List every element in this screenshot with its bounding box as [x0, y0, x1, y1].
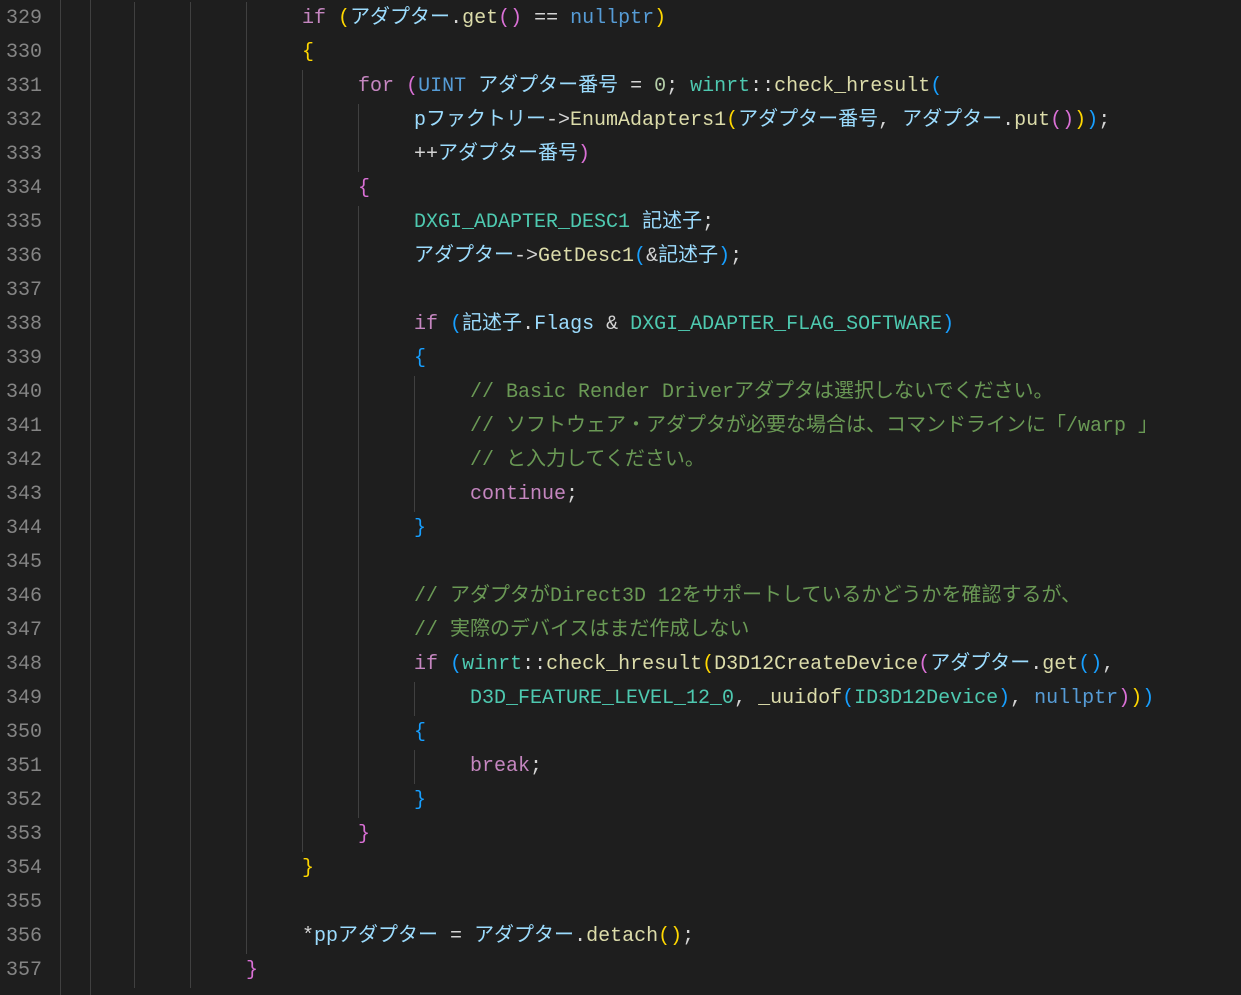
indent-rulers [60, 0, 98, 995]
line-number: 334 [6, 172, 42, 206]
code-line[interactable]: } [98, 852, 1158, 886]
line-number: 331 [6, 70, 42, 104]
line-number: 356 [6, 920, 42, 954]
code-line[interactable]: pファクトリー->EnumAdapters1(アダプター番号, アダプター.pu… [98, 104, 1158, 138]
line-number: 349 [6, 682, 42, 716]
line-number: 352 [6, 784, 42, 818]
line-number: 342 [6, 444, 42, 478]
code-line[interactable]: *ppアダプター = アダプター.detach(); [98, 920, 1158, 954]
code-line[interactable]: { [98, 342, 1158, 376]
code-line[interactable]: DXGI_ADAPTER_DESC1 記述子; [98, 206, 1158, 240]
code-line[interactable]: D3D_FEATURE_LEVEL_12_0, _uuidof(ID3D12De… [98, 682, 1158, 716]
code-line[interactable]: // Basic Render Driverアダプタは選択しないでください。 [98, 376, 1158, 410]
line-number: 345 [6, 546, 42, 580]
code-editor[interactable]: 3293303313323333343353363373383393403413… [0, 0, 1241, 995]
code-line[interactable]: { [98, 172, 1158, 206]
line-number: 341 [6, 410, 42, 444]
line-number: 355 [6, 886, 42, 920]
code-line[interactable] [98, 886, 1158, 920]
line-number: 330 [6, 36, 42, 70]
code-line[interactable]: if (記述子.Flags & DXGI_ADAPTER_FLAG_SOFTWA… [98, 308, 1158, 342]
code-line[interactable]: } [98, 512, 1158, 546]
line-number: 337 [6, 274, 42, 308]
code-line[interactable]: ++アダプター番号) [98, 138, 1158, 172]
code-line[interactable]: } [98, 784, 1158, 818]
line-number: 340 [6, 376, 42, 410]
code-line[interactable] [98, 546, 1158, 580]
code-line[interactable]: アダプター->GetDesc1(&記述子); [98, 240, 1158, 274]
code-line[interactable]: // と入力してください。 [98, 444, 1158, 478]
code-line[interactable]: break; [98, 750, 1158, 784]
code-line[interactable]: continue; [98, 478, 1158, 512]
line-number: 348 [6, 648, 42, 682]
line-number: 335 [6, 206, 42, 240]
line-number: 347 [6, 614, 42, 648]
line-number: 339 [6, 342, 42, 376]
line-number-gutter: 3293303313323333343353363373383393403413… [0, 0, 60, 995]
line-number: 343 [6, 478, 42, 512]
code-line[interactable]: } [98, 954, 1158, 988]
code-line[interactable] [98, 274, 1158, 308]
code-content[interactable]: if (アダプター.get() == nullptr){for (UINT アダ… [98, 0, 1158, 995]
line-number: 350 [6, 716, 42, 750]
code-line[interactable]: // アダプタがDirect3D 12をサポートしているかどうかを確認するが、 [98, 580, 1158, 614]
code-line[interactable]: if (アダプター.get() == nullptr) [98, 2, 1158, 36]
line-number: 333 [6, 138, 42, 172]
code-line[interactable]: for (UINT アダプター番号 = 0; winrt::check_hres… [98, 70, 1158, 104]
code-line[interactable]: { [98, 36, 1158, 70]
line-number: 357 [6, 954, 42, 988]
line-number: 351 [6, 750, 42, 784]
line-number: 329 [6, 2, 42, 36]
code-line[interactable]: // 実際のデバイスはまだ作成しない [98, 614, 1158, 648]
code-line[interactable]: // ソフトウェア・アダプタが必要な場合は、コマンドラインに「/warp 」 [98, 410, 1158, 444]
line-number: 346 [6, 580, 42, 614]
line-number: 338 [6, 308, 42, 342]
code-line[interactable]: } [98, 818, 1158, 852]
line-number: 353 [6, 818, 42, 852]
code-line[interactable]: if (winrt::check_hresult(D3D12CreateDevi… [98, 648, 1158, 682]
line-number: 344 [6, 512, 42, 546]
line-number: 332 [6, 104, 42, 138]
code-line[interactable]: { [98, 716, 1158, 750]
line-number: 336 [6, 240, 42, 274]
line-number: 354 [6, 852, 42, 886]
